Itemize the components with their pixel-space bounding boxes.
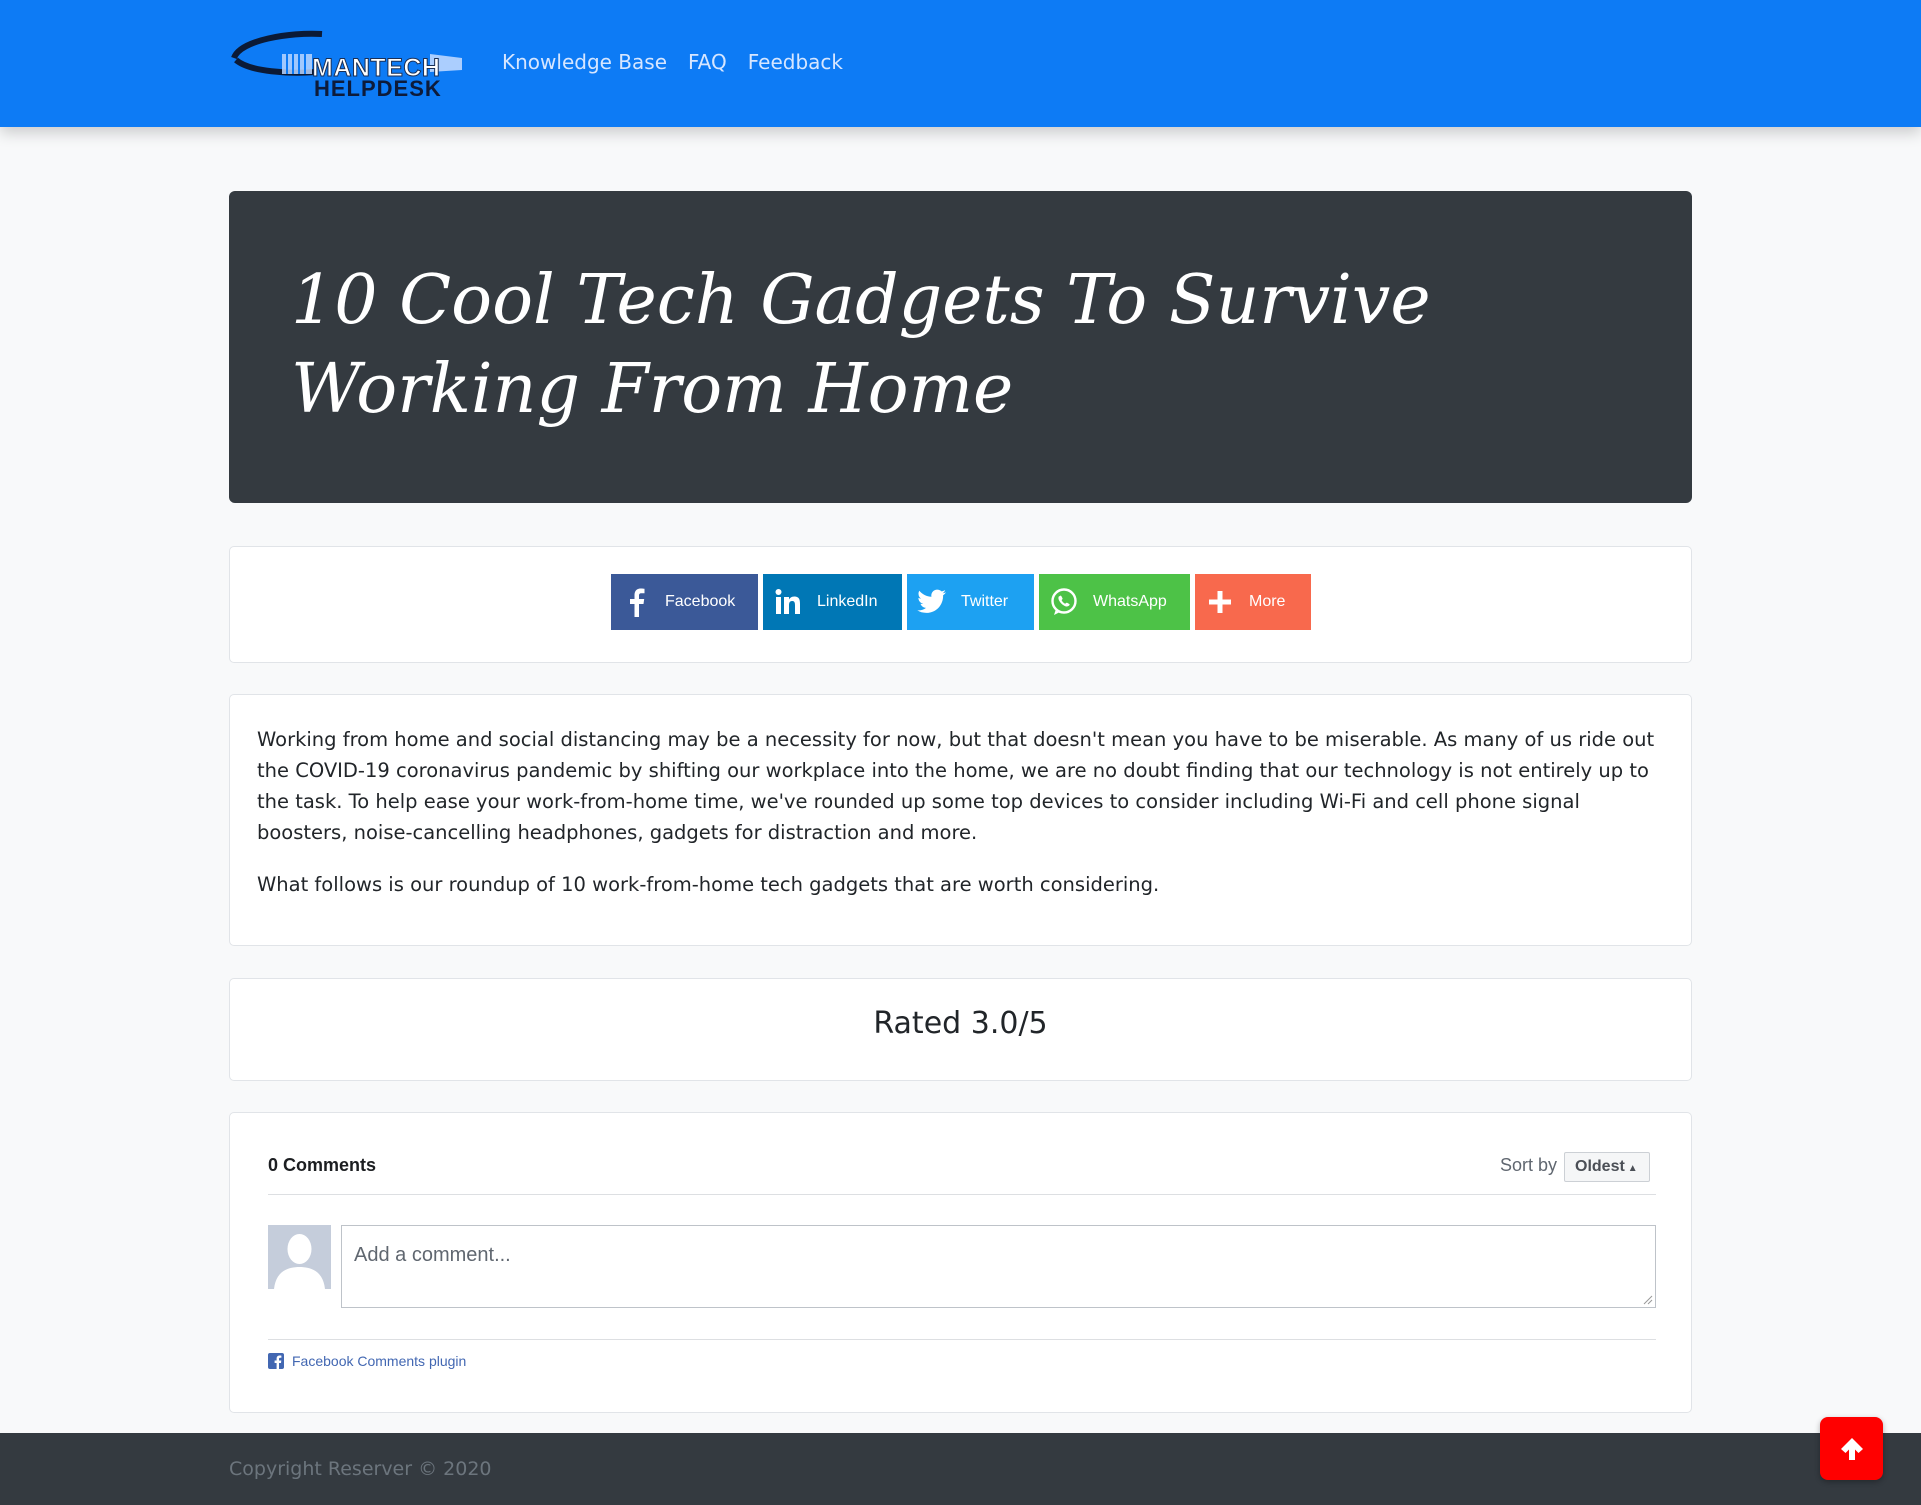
share-more-label: More [1249, 593, 1286, 610]
article-hero: 10 Cool Tech Gadgets To Survive Working … [229, 191, 1692, 503]
share-linkedin-button[interactable]: LinkedIn [763, 574, 902, 630]
facebook-small-icon [268, 1353, 284, 1369]
resize-grip-icon[interactable] [1643, 1295, 1653, 1305]
share-buttons: Facebook LinkedIn Twitter WhatsApp More [611, 574, 1311, 630]
share-card: Facebook LinkedIn Twitter WhatsApp More [229, 546, 1692, 663]
navbar: MANTECH HELPDESK Knowledge Base FAQ Feed… [0, 0, 1921, 127]
comment-input[interactable]: Add a comment... [341, 1225, 1656, 1308]
share-twitter-label: Twitter [961, 593, 1009, 610]
sort-label: Sort by [1500, 1155, 1558, 1175]
plugin-label: Facebook Comments plugin [292, 1353, 467, 1369]
sort-select[interactable]: Oldest ▲︎ [1564, 1152, 1650, 1182]
sort-caret-icon: ▲︎ [1627, 1163, 1638, 1174]
plus-icon [1195, 591, 1245, 613]
twitter-icon [907, 589, 957, 615]
facebook-comments-plugin-link[interactable]: Facebook Comments plugin [268, 1353, 466, 1369]
site-logo[interactable]: MANTECH HELPDESK [230, 28, 476, 102]
arrow-up-icon [1840, 1437, 1863, 1460]
comments-divider [268, 1339, 1656, 1340]
nav-knowledge-base[interactable]: Knowledge Base [502, 50, 667, 74]
article-paragraph: Working from home and social distancing … [257, 728, 1655, 844]
article-body: Working from home and social distancing … [229, 694, 1692, 946]
whatsapp-icon [1039, 587, 1089, 617]
share-facebook-label: Facebook [665, 593, 736, 610]
nav-faq[interactable]: FAQ [688, 50, 727, 74]
copyright-text: Copyright Reserver © 2020 [229, 1458, 492, 1480]
comments-count: 0 Comments [268, 1155, 377, 1175]
share-twitter-button[interactable]: Twitter [907, 574, 1034, 630]
comments-section: 0 Comments Sort by Oldest ▲︎ Add a commen… [229, 1112, 1692, 1413]
back-to-top-button[interactable] [1820, 1417, 1883, 1480]
nav-links: Knowledge Base FAQ Feedback [502, 50, 843, 74]
facebook-icon [611, 587, 661, 617]
comments-divider [268, 1194, 1656, 1195]
footer: Copyright Reserver © 2020 [0, 1433, 1921, 1505]
share-linkedin-label: LinkedIn [817, 593, 878, 610]
sort-select-value: Oldest [1575, 1158, 1625, 1175]
logo-text-helpdesk: HELPDESK [314, 76, 442, 101]
article-title: 10 Cool Tech Gadgets To Survive Working … [291, 261, 1431, 429]
share-whatsapp-button[interactable]: WhatsApp [1039, 574, 1190, 630]
share-more-button[interactable]: More [1195, 574, 1311, 630]
rating-card: Rated 3.0/5 [229, 978, 1692, 1081]
article-paragraph: What follows is our roundup of 10 work-f… [257, 873, 1160, 896]
comment-placeholder: Add a comment... [354, 1244, 511, 1266]
default-avatar-icon [268, 1225, 331, 1289]
rating-text: Rated 3.0/5 [873, 1006, 1048, 1041]
share-whatsapp-label: WhatsApp [1093, 593, 1167, 610]
linkedin-icon [763, 588, 813, 616]
nav-feedback[interactable]: Feedback [748, 50, 843, 74]
avatar [268, 1225, 331, 1289]
share-facebook-button[interactable]: Facebook [611, 574, 758, 630]
